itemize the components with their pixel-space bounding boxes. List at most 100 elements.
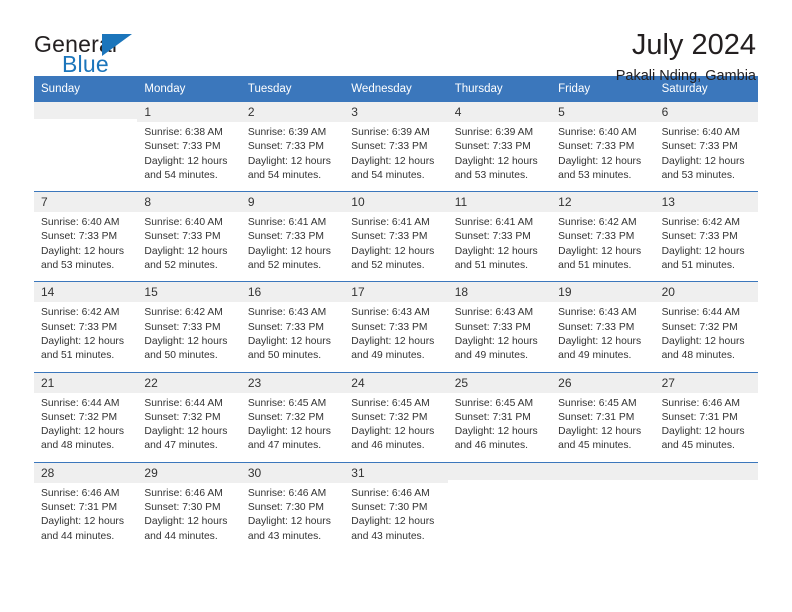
sunset-time: Sunset: 7:33 PM (454, 141, 531, 153)
day-cell[interactable]: 21 Sunrise: 6:44 AM Sunset: 7:32 PM Dayligh… (34, 372, 138, 462)
day-cell[interactable]: 15 Sunrise: 6:42 AM Sunset: 7:33 PM Dayligh… (137, 282, 241, 371)
day-sun-info: Sunrise: 6:46 AM Sunset: 7:31 PM Daylight:… (655, 393, 758, 454)
day-number: 2 (240, 102, 345, 122)
sunset-time: Sunset: 7:33 PM (144, 141, 221, 153)
sunset-time: Sunset: 7:31 PM (454, 411, 531, 423)
weekday-wednesday: Wednesday (351, 83, 412, 95)
day-cell[interactable]: 18 Sunrise: 6:43 AM Sunset: 7:33 PM Dayligh… (447, 282, 552, 371)
day-sun-info: Sunrise: 6:39 AM Sunset: 7:33 PM Daylight:… (241, 122, 344, 183)
day-sun-info: Sunrise: 6:43 AM Sunset: 7:33 PM Daylight:… (551, 302, 654, 363)
day-sun-info: Sunrise: 6:45 AM Sunset: 7:32 PM Daylight:… (241, 393, 344, 454)
daylight-duration-line1: Daylight: 12 hours (144, 155, 228, 167)
daylight-duration-line1: Daylight: 12 hours (661, 426, 745, 438)
day-cell[interactable]: 10 Sunrise: 6:41 AM Sunset: 7:33 PM Dayligh… (344, 192, 448, 281)
daylight-duration-line2: and 49 minutes. (351, 350, 425, 362)
day-cell[interactable]: 25 Sunrise: 6:45 AM Sunset: 7:31 PM Dayligh… (447, 372, 552, 462)
day-cell[interactable]: 26 Sunrise: 6:45 AM Sunset: 7:31 PM Dayligh… (551, 372, 655, 462)
day-cell[interactable]: 13 Sunrise: 6:42 AM Sunset: 7:33 PM Dayligh… (654, 192, 758, 281)
sunset-time: Sunset: 7:33 PM (247, 321, 324, 333)
day-cell[interactable]: 8 Sunrise: 6:40 AM Sunset: 7:33 PM Daylight… (137, 192, 241, 281)
day-cell[interactable]: 29 Sunrise: 6:46 AM Sunset: 7:30 PM Dayligh… (137, 462, 241, 552)
day-cell[interactable]: 5 Sunrise: 6:40 AM Sunset: 7:33 PM Daylight… (551, 102, 655, 191)
day-cell[interactable]: 9 Sunrise: 6:41 AM Sunset: 7:33 PM Daylight… (240, 192, 345, 281)
daylight-duration-line2: and 50 minutes. (247, 350, 322, 362)
daylight-duration-line1: Daylight: 12 hours (41, 516, 124, 528)
day-cell[interactable]: 24 Sunrise: 6:45 AM Sunset: 7:32 PM Dayligh… (344, 372, 448, 462)
daylight-duration-line2: and 53 minutes. (41, 260, 115, 272)
sunrise-time: Sunrise: 6:44 AM (144, 397, 223, 409)
day-sun-info: Sunrise: 6:44 AM Sunset: 7:32 PM Daylight:… (34, 393, 137, 454)
day-cell[interactable]: 12 Sunrise: 6:42 AM Sunset: 7:33 PM Dayligh… (551, 192, 655, 281)
day-sun-info: Sunrise: 6:40 AM Sunset: 7:33 PM Daylight:… (34, 212, 137, 273)
day-number: 30 (240, 462, 345, 483)
sunset-time: Sunset: 7:33 PM (661, 141, 738, 153)
day-number: 9 (240, 192, 345, 213)
sunset-time: Sunset: 7:32 PM (144, 411, 221, 423)
daylight-duration-line1: Daylight: 12 hours (558, 335, 642, 347)
day-cell[interactable]: 27 Sunrise: 6:46 AM Sunset: 7:31 PM Dayligh… (654, 372, 758, 462)
daylight-duration-line1: Daylight: 12 hours (351, 335, 435, 347)
sunset-time: Sunset: 7:30 PM (351, 502, 428, 514)
day-number: 26 (551, 372, 655, 393)
weekday-thursday: Thursday (454, 83, 503, 95)
daylight-duration-line1: Daylight: 12 hours (558, 155, 642, 167)
day-cell[interactable]: 31 Sunrise: 6:46 AM Sunset: 7:30 PM Dayligh… (344, 462, 448, 552)
daylight-duration-line1: Daylight: 12 hours (454, 426, 538, 438)
day-number: 21 (34, 372, 138, 393)
day-cell[interactable]: 20 Sunrise: 6:44 AM Sunset: 7:32 PM Dayligh… (654, 282, 758, 371)
day-cell[interactable]: 3 Sunrise: 6:39 AM Sunset: 7:33 PM Daylight… (344, 102, 448, 191)
sunset-time: Sunset: 7:33 PM (41, 321, 118, 333)
daylight-duration-line2: and 52 minutes. (247, 260, 322, 272)
day-cell[interactable]: 22 Sunrise: 6:44 AM Sunset: 7:32 PM Dayligh… (137, 372, 241, 462)
day-number: 29 (137, 462, 241, 483)
weekday-header-row: Sunday Monday Tuesday Wednesday Thursday… (34, 76, 758, 102)
day-cell[interactable]: 7 Sunrise: 6:40 AM Sunset: 7:33 PM Daylight… (34, 192, 138, 281)
daylight-duration-line1: Daylight: 12 hours (661, 335, 745, 347)
sunrise-time: Sunrise: 6:40 AM (144, 217, 223, 229)
day-number: 31 (344, 462, 448, 483)
day-cell[interactable]: 2 Sunrise: 6:39 AM Sunset: 7:33 PM Daylight… (240, 102, 345, 191)
sunset-time: Sunset: 7:33 PM (351, 141, 428, 153)
day-cell[interactable]: 4 Sunrise: 6:39 AM Sunset: 7:33 PM Daylight… (447, 102, 552, 191)
sunset-time: Sunset: 7:31 PM (661, 411, 738, 423)
sunset-time: Sunset: 7:31 PM (41, 502, 118, 514)
day-cell[interactable]: 19 Sunrise: 6:43 AM Sunset: 7:33 PM Dayligh… (551, 282, 655, 371)
sunrise-time: Sunrise: 6:45 AM (351, 397, 430, 409)
daylight-duration-line2: and 52 minutes. (144, 260, 218, 272)
day-number: 8 (137, 192, 241, 213)
day-number: 22 (137, 372, 241, 393)
daylight-duration-line2: and 51 minutes. (558, 260, 632, 272)
calendar-week-row: 28 Sunrise: 6:46 AM Sunset: 7:31 PM Dayligh… (34, 461, 758, 552)
day-number (447, 462, 552, 480)
day-cell[interactable]: 14 Sunrise: 6:42 AM Sunset: 7:33 PM Dayligh… (34, 282, 138, 371)
daylight-duration-line1: Daylight: 12 hours (144, 516, 228, 528)
daylight-duration-line2: and 44 minutes. (144, 530, 218, 542)
sunrise-time: Sunrise: 6:42 AM (144, 307, 223, 319)
day-sun-info: Sunrise: 6:43 AM Sunset: 7:33 PM Daylight:… (241, 302, 344, 363)
day-cell[interactable]: 28 Sunrise: 6:46 AM Sunset: 7:31 PM Dayligh… (34, 462, 138, 552)
daylight-duration-line1: Daylight: 12 hours (144, 426, 228, 438)
day-cell[interactable]: 16 Sunrise: 6:43 AM Sunset: 7:33 PM Dayligh… (240, 282, 345, 371)
day-cell[interactable]: 1 Sunrise: 6:38 AM Sunset: 7:33 PM Daylight… (137, 102, 241, 191)
day-sun-info: Sunrise: 6:46 AM Sunset: 7:31 PM Daylight:… (34, 483, 137, 544)
day-cell[interactable]: 23 Sunrise: 6:45 AM Sunset: 7:32 PM Dayligh… (240, 372, 345, 462)
day-sun-info: Sunrise: 6:44 AM Sunset: 7:32 PM Daylight:… (655, 302, 758, 363)
sunrise-time: Sunrise: 6:46 AM (661, 397, 740, 409)
day-cell-empty (654, 462, 758, 552)
daylight-duration-line2: and 43 minutes. (351, 530, 425, 542)
daylight-duration-line2: and 51 minutes. (454, 260, 528, 272)
day-cell[interactable]: 17 Sunrise: 6:43 AM Sunset: 7:33 PM Dayligh… (344, 282, 448, 371)
sunset-time: Sunset: 7:33 PM (351, 231, 428, 243)
brand-logo[interactable]: General Blue (34, 28, 214, 76)
day-sun-info: Sunrise: 6:40 AM Sunset: 7:33 PM Daylight:… (655, 122, 758, 183)
daylight-duration-line2: and 53 minutes. (454, 169, 528, 181)
day-cell[interactable]: 11 Sunrise: 6:41 AM Sunset: 7:33 PM Dayligh… (447, 192, 552, 281)
daylight-duration-line2: and 44 minutes. (41, 530, 115, 542)
calendar-page: General Blue July 2024 Pakali Nding, Gam… (0, 0, 792, 612)
daylight-duration-line1: Daylight: 12 hours (247, 245, 331, 257)
day-cell[interactable]: 30 Sunrise: 6:46 AM Sunset: 7:30 PM Dayligh… (240, 462, 345, 552)
day-number: 23 (240, 372, 345, 393)
sunrise-time: Sunrise: 6:46 AM (247, 487, 327, 499)
sunrise-time: Sunrise: 6:45 AM (247, 397, 327, 409)
day-cell[interactable]: 6 Sunrise: 6:40 AM Sunset: 7:33 PM Daylight… (654, 102, 758, 191)
